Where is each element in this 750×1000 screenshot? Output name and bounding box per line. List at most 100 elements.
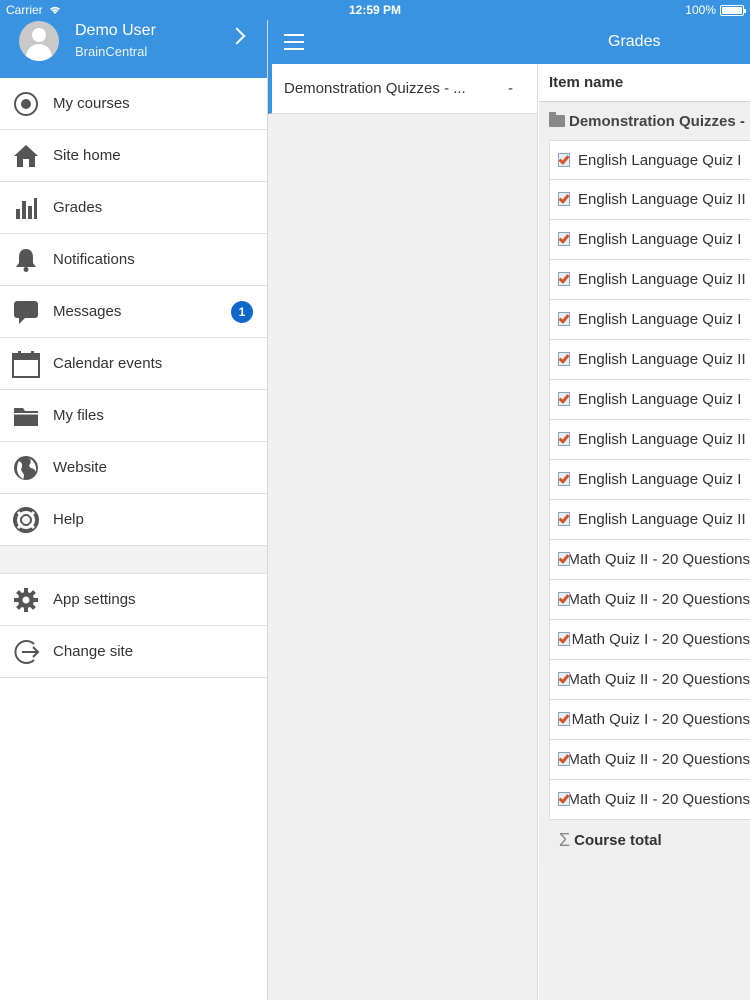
- main-menu: My courses Site home Grades Notification…: [0, 78, 267, 546]
- grade-item-row[interactable]: English Language Quiz I: [549, 220, 750, 260]
- quiz-icon: [558, 392, 572, 407]
- secondary-menu: App settings Change site: [0, 574, 267, 678]
- course-total-label: Course total: [574, 831, 662, 849]
- status-time: 12:59 PM: [348, 3, 402, 17]
- quiz-icon: [558, 232, 572, 247]
- menu-label: My files: [53, 407, 104, 424]
- chat-bubble-icon: [12, 298, 40, 326]
- menu-label: Notifications: [53, 251, 135, 268]
- grade-item-name: English Language Quiz II: [578, 191, 746, 208]
- menu-item-messages[interactable]: Messages 1: [0, 286, 267, 338]
- menu-divider: [0, 546, 267, 574]
- grade-item-row[interactable]: English Language Quiz II: [549, 420, 750, 460]
- course-list: Demonstration Quizzes - ... -: [268, 64, 538, 1000]
- grade-item-name: English Language Quiz II: [578, 511, 746, 528]
- grade-item-name: Math Quiz II - 20 Questions: [567, 671, 750, 688]
- menu-label: My courses: [53, 95, 130, 112]
- home-icon: [12, 142, 40, 170]
- menu-label: Grades: [53, 199, 103, 216]
- my-courses-icon: [12, 90, 40, 118]
- quiz-icon: [558, 632, 570, 647]
- grade-item-name: English Language Quiz I: [578, 471, 742, 488]
- menu-item-grades[interactable]: Grades: [0, 182, 267, 234]
- grade-item-name: English Language Quiz II: [578, 431, 746, 448]
- exit-icon: [12, 638, 40, 666]
- grade-item-name: Math Quiz II - 20 Questions: [567, 591, 750, 608]
- quiz-icon: [558, 592, 570, 607]
- quiz-icon: [558, 752, 570, 767]
- side-menu: Demo User BrainCentral My courses Site h…: [0, 0, 268, 1000]
- status-bar: Carrier 12:59 PM 100%: [0, 0, 750, 20]
- grade-item-row[interactable]: English Language Quiz II: [549, 180, 750, 220]
- grade-item-name: English Language Quiz I: [578, 231, 742, 248]
- menu-item-app-settings[interactable]: App settings: [0, 574, 267, 626]
- quiz-icon: [558, 192, 572, 207]
- column-header-item-name: Item name: [539, 64, 750, 102]
- menu-item-site-home[interactable]: Site home: [0, 130, 267, 182]
- folder-icon: [12, 402, 40, 430]
- grade-item-name: Math Quiz II - 20 Questions: [567, 551, 750, 568]
- gear-icon: [12, 586, 40, 614]
- menu-item-calendar-events[interactable]: Calendar events: [0, 338, 267, 390]
- grade-item-row[interactable]: English Language Quiz II: [549, 500, 750, 540]
- globe-icon: [12, 454, 40, 482]
- grade-item-row[interactable]: Math Quiz II - 20 Questions: [549, 740, 750, 780]
- menu-item-change-site[interactable]: Change site: [0, 626, 267, 678]
- quiz-icon: [558, 352, 572, 367]
- folder-icon: [549, 112, 565, 127]
- battery-icon: [720, 4, 746, 16]
- menu-label: Website: [53, 459, 107, 476]
- quiz-icon: [558, 672, 570, 687]
- calendar-icon: [12, 350, 40, 378]
- category-name: Demonstration Quizzes -: [569, 112, 745, 130]
- grade-item-name: English Language Quiz I: [578, 391, 742, 408]
- grade-item-row[interactable]: English Language Quiz I: [549, 300, 750, 340]
- grade-item-name: English Language Quiz I: [578, 151, 742, 169]
- app-bar: Grades: [268, 20, 750, 64]
- grade-item-name: English Language Quiz II: [578, 271, 746, 288]
- avatar: [19, 21, 59, 61]
- grade-item-row[interactable]: English Language Quiz II: [549, 260, 750, 300]
- menu-label: Help: [53, 511, 84, 528]
- grades-table: Item name Demonstration Quizzes - Englis…: [539, 64, 750, 1000]
- grade-item-row[interactable]: Math Quiz II - 20 Questions: [549, 580, 750, 620]
- grade-item-row[interactable]: English Language Quiz II: [549, 340, 750, 380]
- menu-hamburger-icon[interactable]: [284, 34, 304, 50]
- sigma-icon: Σ: [559, 829, 571, 850]
- course-total-row: Σ Course total: [539, 820, 750, 860]
- menu-label: Change site: [53, 643, 134, 660]
- quiz-icon: [558, 432, 572, 447]
- grade-item-row[interactable]: Math Quiz II - 20 Questions: [549, 660, 750, 700]
- grade-item-name: Math Quiz II - 20 Questions: [567, 751, 750, 768]
- grade-item-row[interactable]: English Language Quiz I: [549, 140, 750, 180]
- quiz-icon: [558, 512, 572, 527]
- lifebuoy-icon: [12, 506, 40, 534]
- menu-item-notifications[interactable]: Notifications: [0, 234, 267, 286]
- menu-label: Messages: [53, 303, 122, 320]
- menu-item-my-files[interactable]: My files: [0, 390, 267, 442]
- menu-item-website[interactable]: Website: [0, 442, 267, 494]
- grade-item-name: Math Quiz II - 20 Questions: [567, 791, 750, 808]
- grade-items: English Language Quiz I English Language …: [539, 140, 750, 820]
- grade-item-name: Math Quiz I - 20 Questions: [571, 631, 750, 648]
- grade-item-row[interactable]: Math Quiz I - 20 Questions: [549, 700, 750, 740]
- grade-item-row[interactable]: English Language Quiz I: [549, 460, 750, 500]
- course-item[interactable]: Demonstration Quizzes - ... -: [268, 64, 537, 114]
- quiz-icon: [558, 312, 572, 327]
- grade-category-row: Demonstration Quizzes -: [539, 102, 750, 140]
- user-site-name: BrainCentral: [75, 44, 148, 59]
- quiz-icon: [558, 472, 572, 487]
- course-grade: -: [508, 80, 513, 97]
- menu-item-help[interactable]: Help: [0, 494, 267, 546]
- menu-label: App settings: [53, 591, 136, 608]
- grade-item-row[interactable]: Math Quiz II - 20 Questions: [549, 780, 750, 820]
- grades-bar-chart-icon: [12, 194, 40, 222]
- quiz-icon: [558, 272, 572, 287]
- grade-item-row[interactable]: English Language Quiz I: [549, 380, 750, 420]
- bell-icon: [12, 246, 40, 274]
- battery-percent: 100%: [685, 3, 716, 17]
- chevron-right-icon[interactable]: [228, 27, 246, 45]
- grade-item-row[interactable]: Math Quiz I - 20 Questions: [549, 620, 750, 660]
- grade-item-row[interactable]: Math Quiz II - 20 Questions: [549, 540, 750, 580]
- menu-item-my-courses[interactable]: My courses: [0, 78, 267, 130]
